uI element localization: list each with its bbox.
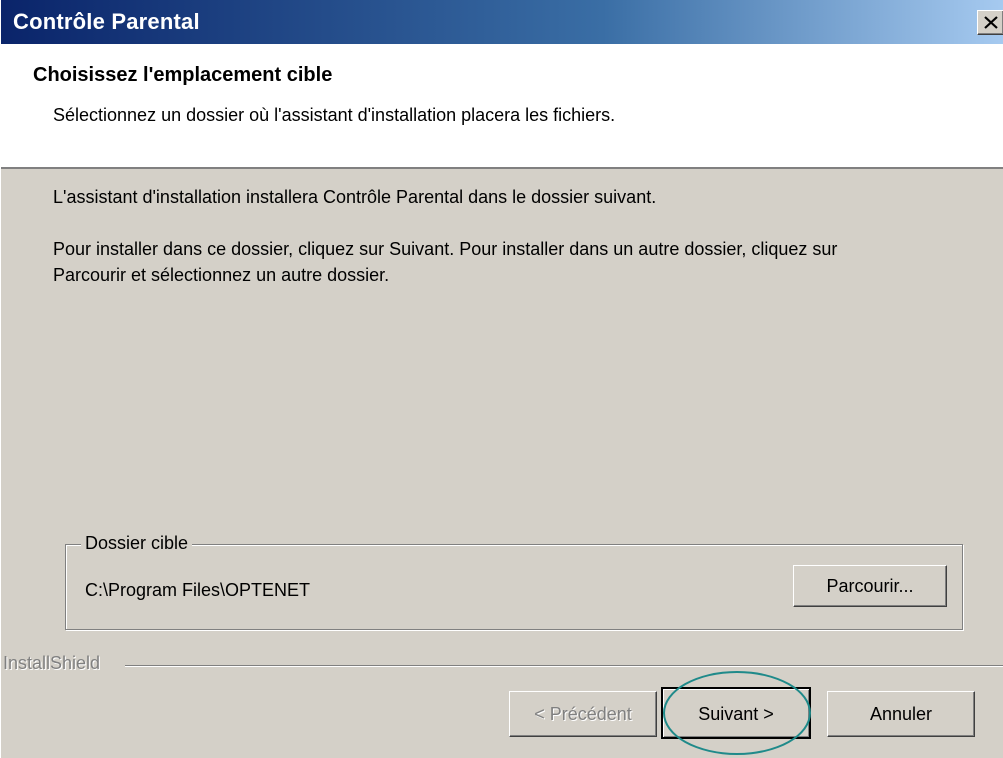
- installshield-brand: InstallShield: [3, 653, 101, 673]
- footer-divider: [125, 665, 1003, 667]
- page-title: Choisissez l'emplacement cible: [33, 64, 333, 86]
- close-icon: [984, 16, 998, 29]
- window-title: Contrôle Parental: [13, 9, 200, 34]
- wizard-header: Choisissez l'emplacement cible Sélection…: [1, 44, 1003, 169]
- installer-window: Contrôle Parental Choisissez l'emplaceme…: [0, 0, 1003, 758]
- destination-folder-path: C:\Program Files\OPTENET: [85, 580, 311, 600]
- destination-folder-label: Dossier cible: [81, 533, 193, 554]
- title-bar[interactable]: Contrôle Parental: [1, 0, 1003, 44]
- browse-button[interactable]: Parcourir...: [793, 565, 947, 607]
- install-info-text: L'assistant d'installation installera Co…: [53, 187, 657, 207]
- install-instructions-text: Pour installer dans ce dossier, cliquez …: [53, 239, 838, 285]
- next-button[interactable]: Suivant >: [661, 687, 811, 739]
- page-description: Sélectionnez un dossier où l'assistant d…: [53, 105, 616, 125]
- cancel-button[interactable]: Annuler: [827, 691, 975, 737]
- back-button[interactable]: < Précédent: [509, 691, 657, 737]
- close-button[interactable]: [977, 10, 1003, 35]
